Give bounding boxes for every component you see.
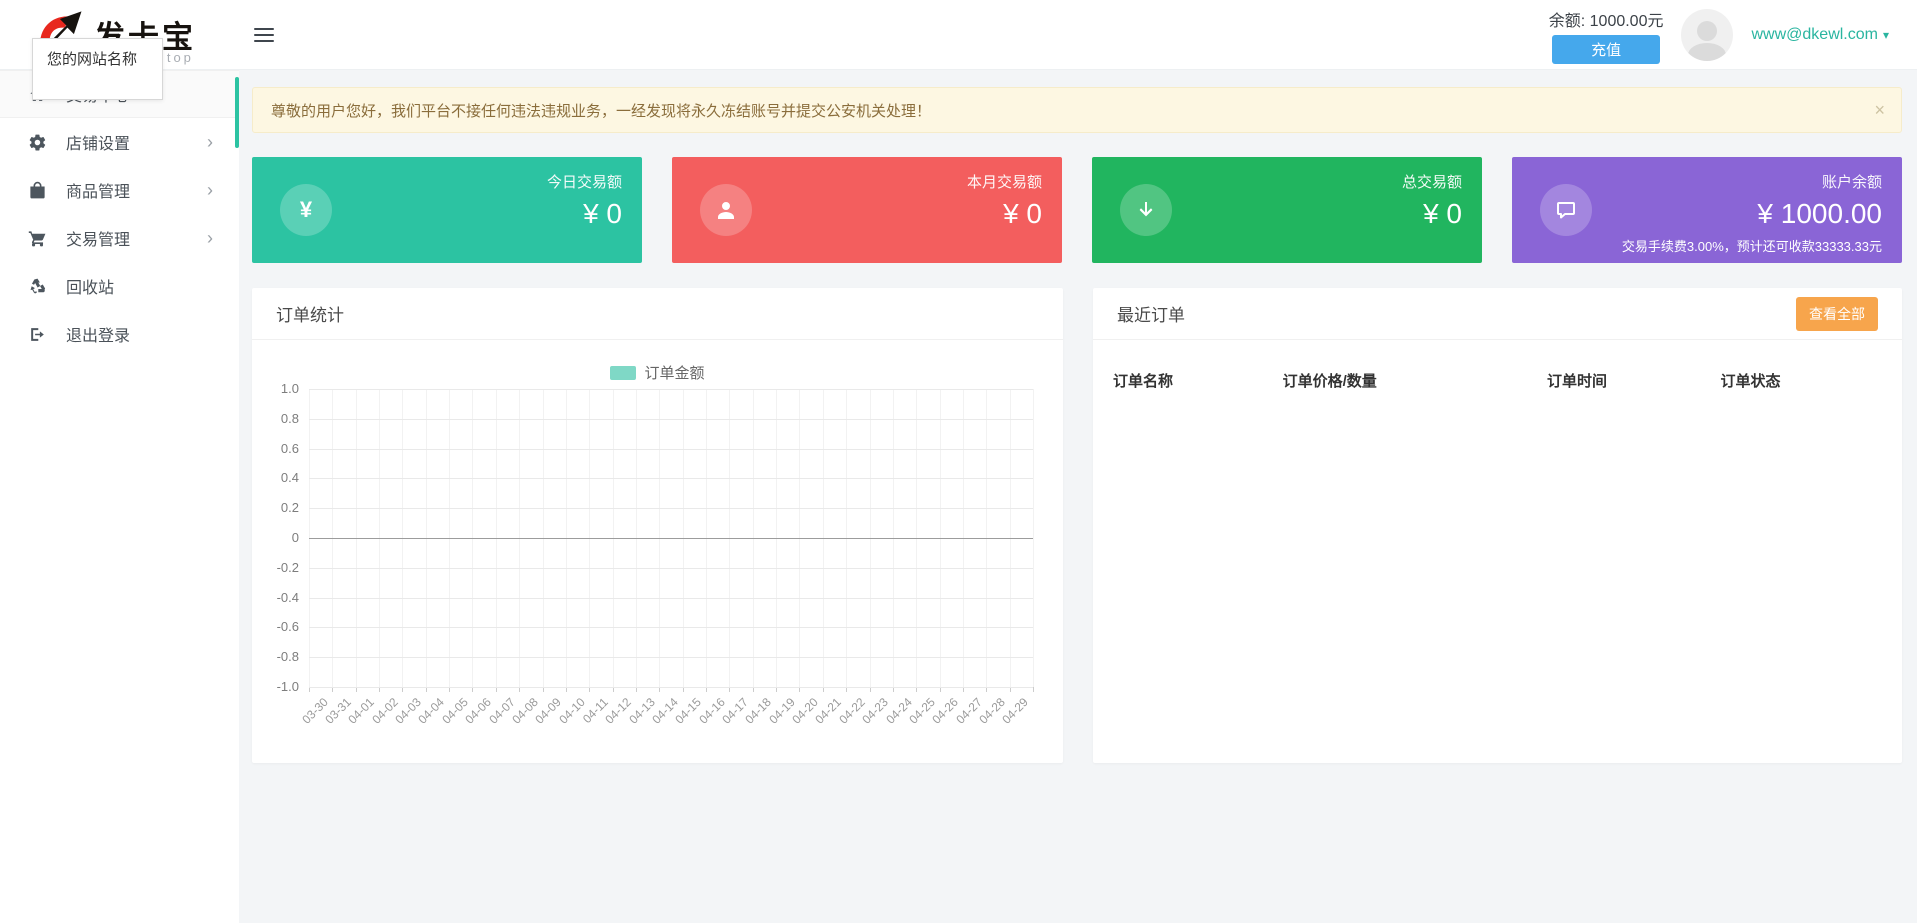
order-stats-panel: 订单统计 订单金额 1.00.80.60.40.20-0.2-0.4-0.6-0… — [252, 288, 1063, 763]
chevron-down-icon: ▾ — [1883, 28, 1889, 42]
notice-text: 尊敬的用户您好，我们平台不接任何违法违规业务，一经发现将永久冻结账号并提交公安机… — [271, 100, 931, 121]
top-header: 发卡宝 o.top 余额: 1000.00元 充值 www@dkewl.com … — [0, 0, 1917, 70]
logout-icon — [28, 325, 47, 344]
sidebar-item-recycle-bin[interactable]: 回收站 — [0, 262, 239, 310]
main-content: 尊敬的用户您好，我们平台不接任何违法违规业务，一经发现将永久冻结账号并提交公安机… — [239, 70, 1917, 923]
sidebar-item-label: 回收站 — [66, 274, 114, 298]
sidebar-item-label: 商品管理 — [66, 178, 130, 202]
y-axis-tick-label: -0.6 — [253, 619, 299, 634]
avatar[interactable] — [1681, 9, 1733, 61]
panel-title: 订单统计 — [276, 301, 344, 326]
view-all-button[interactable]: 查看全部 — [1796, 297, 1878, 331]
y-axis-tick-label: -0.4 — [253, 590, 299, 605]
shopping-bag-icon — [28, 181, 47, 200]
y-axis-tick-label: 0.6 — [253, 441, 299, 456]
account-email: www@dkewl.com — [1751, 26, 1877, 44]
chart-legend[interactable]: 订单金额 — [252, 362, 1063, 383]
arrow-down-icon — [1120, 184, 1172, 236]
chevron-right-icon: › — [207, 229, 213, 247]
stat-value: ¥ 0 — [1402, 198, 1462, 230]
sidebar-item-trade-management[interactable]: 交易管理 › — [0, 214, 239, 262]
column-header: 订单时间 — [1547, 370, 1721, 391]
order-stats-chart: 1.00.80.60.40.20-0.2-0.4-0.6-0.8-1.003-3… — [309, 389, 1033, 687]
panel-title: 最近订单 — [1117, 301, 1185, 326]
site-name-tooltip: 您的网站名称 — [32, 38, 163, 100]
stat-label: 账户余额 — [1757, 171, 1882, 192]
panels-row: 订单统计 订单金额 1.00.80.60.40.20-0.2-0.4-0.6-0… — [252, 288, 1902, 763]
y-axis-tick-label: 0.2 — [253, 500, 299, 515]
fee-note: 交易手续费3.00%，预计还可收款33333.33元 — [1622, 236, 1882, 255]
chevron-right-icon: › — [207, 133, 213, 151]
notice-bar: 尊敬的用户您好，我们平台不接任何违法违规业务，一经发现将永久冻结账号并提交公安机… — [252, 87, 1902, 133]
y-axis-tick-label: -0.2 — [253, 560, 299, 575]
y-axis-tick-label: 0.4 — [253, 470, 299, 485]
y-axis-tick-label: 0 — [253, 530, 299, 545]
sidebar-item-label: 退出登录 — [66, 322, 130, 346]
stat-card-today: ¥ 今日交易额 ¥ 0 — [252, 157, 642, 263]
column-header: 订单名称 — [1113, 370, 1283, 391]
stat-value: ¥ 0 — [967, 198, 1042, 230]
comment-icon — [1540, 184, 1592, 236]
sidebar-item-label: 店铺设置 — [66, 130, 130, 154]
column-header: 订单价格/数量 — [1283, 370, 1547, 391]
orders-table-body — [1093, 391, 1902, 691]
legend-label: 订单金额 — [644, 362, 704, 383]
user-icon — [700, 184, 752, 236]
y-axis-tick-label: -1.0 — [253, 679, 299, 694]
cart-icon — [28, 229, 47, 248]
balance-text: 余额: 1000.00元 — [1549, 7, 1664, 31]
legend-swatch — [610, 366, 636, 380]
sidebar-item-logout[interactable]: 退出登录 — [0, 310, 239, 358]
sidebar-item-label: 交易管理 — [66, 226, 130, 250]
stat-value: ¥ 1000.00 — [1757, 198, 1882, 230]
account-menu[interactable]: www@dkewl.com ▾ — [1751, 26, 1889, 44]
yen-icon: ¥ — [280, 184, 332, 236]
orders-table-header: 订单名称 订单价格/数量 订单时间 订单状态 — [1093, 370, 1902, 391]
stat-label: 今日交易额 — [547, 171, 622, 192]
sidebar: 交易中心 店铺设置 › 商品管理 › 交易管理 › 回收站 退出登录 — [0, 70, 239, 923]
sidebar-scrollbar-thumb[interactable] — [235, 77, 239, 148]
stats-row: ¥ 今日交易额 ¥ 0 本月交易额 ¥ 0 总交易额 ¥ 0 — [252, 157, 1902, 263]
close-icon[interactable]: × — [1874, 100, 1885, 121]
column-header: 订单状态 — [1721, 370, 1902, 391]
stat-card-total: 总交易额 ¥ 0 — [1092, 157, 1482, 263]
recycle-icon — [28, 277, 47, 296]
chevron-right-icon: › — [207, 181, 213, 199]
y-axis-tick-label: 0.8 — [253, 411, 299, 426]
recent-orders-panel: 最近订单 查看全部 订单名称 订单价格/数量 订单时间 订单状态 — [1093, 288, 1902, 763]
stat-card-month: 本月交易额 ¥ 0 — [672, 157, 1062, 263]
stat-value: ¥ 0 — [547, 198, 622, 230]
stat-card-balance: 账户余额 ¥ 1000.00 交易手续费3.00%，预计还可收款33333.33… — [1512, 157, 1902, 263]
y-axis-tick-label: 1.0 — [253, 381, 299, 396]
y-axis-tick-label: -0.8 — [253, 649, 299, 664]
stat-label: 本月交易额 — [967, 171, 1042, 192]
menu-toggle-icon[interactable] — [254, 24, 276, 44]
sidebar-item-product-management[interactable]: 商品管理 › — [0, 166, 239, 214]
stat-label: 总交易额 — [1402, 171, 1462, 192]
recharge-button[interactable]: 充值 — [1552, 35, 1660, 64]
gear-icon — [28, 133, 47, 152]
sidebar-item-shop-settings[interactable]: 店铺设置 › — [0, 118, 239, 166]
